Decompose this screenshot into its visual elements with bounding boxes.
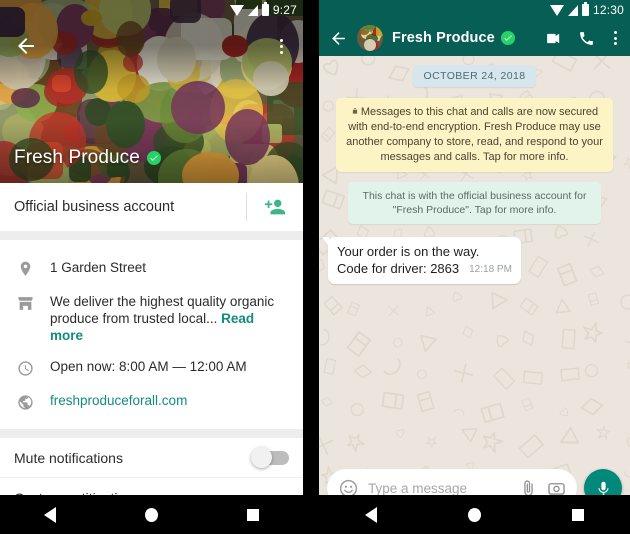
- nav-recents-icon[interactable]: [246, 508, 259, 521]
- description-text: We deliver the highest quality organic p…: [50, 293, 289, 344]
- profile-name: Fresh Produce: [14, 147, 140, 168]
- left-status-bar: 9:27: [0, 0, 303, 20]
- section-spacer: [0, 231, 303, 240]
- message-line-1: Your order is on the way.: [337, 244, 480, 259]
- message-bubble[interactable]: Your order is on the way. Code for drive…: [322, 237, 521, 284]
- nav-back-icon[interactable]: [44, 506, 57, 523]
- verified-check-icon: [500, 31, 515, 45]
- left-phone-profile-screen: 9:27 Fresh Produce Official business acc…: [0, 0, 303, 534]
- chat-header: Fresh Produce: [319, 20, 630, 56]
- official-business-account-row[interactable]: Official business account: [0, 183, 303, 231]
- back-arrow-icon[interactable]: [329, 29, 348, 48]
- microphone-icon: [598, 481, 608, 495]
- detail-row-address[interactable]: 1 Garden Street: [0, 252, 303, 286]
- wifi-icon: [549, 4, 564, 16]
- overflow-menu-icon[interactable]: [271, 34, 291, 58]
- detail-row-website[interactable]: freshproduceforall.com: [0, 385, 303, 419]
- contact-avatar[interactable]: [357, 25, 383, 51]
- business-account-label: Official business account: [14, 199, 175, 215]
- detail-row-hours[interactable]: Open now: 8:00 AM — 12:00 AM: [0, 351, 303, 385]
- right-android-navbar: [319, 495, 630, 534]
- storefront-icon: [16, 293, 50, 313]
- dual-phone-screenshot: 9:27 Fresh Produce Official business acc…: [0, 0, 630, 534]
- mute-notifications-label: Mute notifications: [14, 449, 123, 466]
- right-status-bar: 12:30: [319, 0, 630, 20]
- chat-header-actions: [545, 29, 622, 47]
- toggle-knob: [251, 446, 272, 468]
- nav-home-icon[interactable]: [144, 507, 158, 522]
- lock-icon: [351, 106, 359, 116]
- chat-message-area: OCTOBER 24, 2018 Messages to this chat a…: [319, 56, 630, 515]
- date-separator: OCTOBER 24, 2018: [328, 65, 621, 87]
- right-phone-chat-screen: 12:30 Fresh Produce OCTOBER 24, 2018 Mes…: [319, 0, 630, 534]
- message-row-incoming: Your order is on the way. Code for drive…: [322, 237, 621, 284]
- battery-icon: [261, 2, 269, 16]
- mute-notifications-row[interactable]: Mute notifications: [0, 438, 303, 478]
- status-time: 9:27: [272, 3, 297, 17]
- encryption-notice-text: Messages to this chat and calls are now …: [346, 106, 603, 163]
- location-pin-icon: [16, 259, 50, 279]
- phone-call-icon[interactable]: [578, 30, 595, 47]
- address-text: 1 Garden Street: [50, 260, 147, 275]
- encryption-notice[interactable]: Messages to this chat and calls are now …: [336, 98, 613, 172]
- back-arrow-icon[interactable]: [14, 34, 38, 58]
- hours-text: Open now: 8:00 AM — 12:00 AM: [50, 359, 247, 374]
- business-notice-text: This chat is with the official business …: [362, 190, 587, 216]
- nav-recents-icon[interactable]: [572, 508, 585, 521]
- wifi-icon: [229, 4, 244, 16]
- left-android-navbar: [0, 495, 303, 534]
- add-person-icon[interactable]: [247, 196, 303, 218]
- date-chip-label: OCTOBER 24, 2018: [412, 65, 537, 87]
- globe-icon: [16, 392, 50, 412]
- mute-notifications-toggle[interactable]: [251, 446, 289, 468]
- business-account-notice[interactable]: This chat is with the official business …: [348, 182, 601, 224]
- verified-check-icon: [146, 151, 161, 165]
- profile-hero-image: Fresh Produce: [0, 0, 303, 183]
- chat-title[interactable]: Fresh Produce: [392, 30, 536, 46]
- message-input-placeholder[interactable]: Type a message: [368, 481, 510, 496]
- signal-icon: [247, 4, 258, 16]
- profile-title: Fresh Produce: [14, 147, 161, 169]
- status-time: 12:30: [592, 3, 624, 17]
- website-link[interactable]: freshproduceforall.com: [50, 392, 187, 409]
- section-spacer-2: [0, 429, 303, 438]
- detail-row-description[interactable]: We deliver the highest quality organic p…: [0, 286, 303, 351]
- nav-back-icon[interactable]: [364, 506, 377, 523]
- phone-gutter: [303, 0, 319, 534]
- chat-contact-name: Fresh Produce: [392, 30, 495, 46]
- business-details-section: 1 Garden Street We deliver the highest q…: [0, 240, 303, 429]
- clock-icon: [16, 358, 50, 378]
- nav-home-icon[interactable]: [467, 507, 481, 522]
- overflow-menu-icon[interactable]: [611, 29, 620, 47]
- battery-icon: [581, 2, 589, 16]
- message-line-2: Code for driver: 2863: [337, 261, 460, 276]
- video-call-icon[interactable]: [545, 30, 562, 47]
- signal-icon: [567, 4, 578, 16]
- message-timestamp: 12:18 PM: [469, 264, 512, 275]
